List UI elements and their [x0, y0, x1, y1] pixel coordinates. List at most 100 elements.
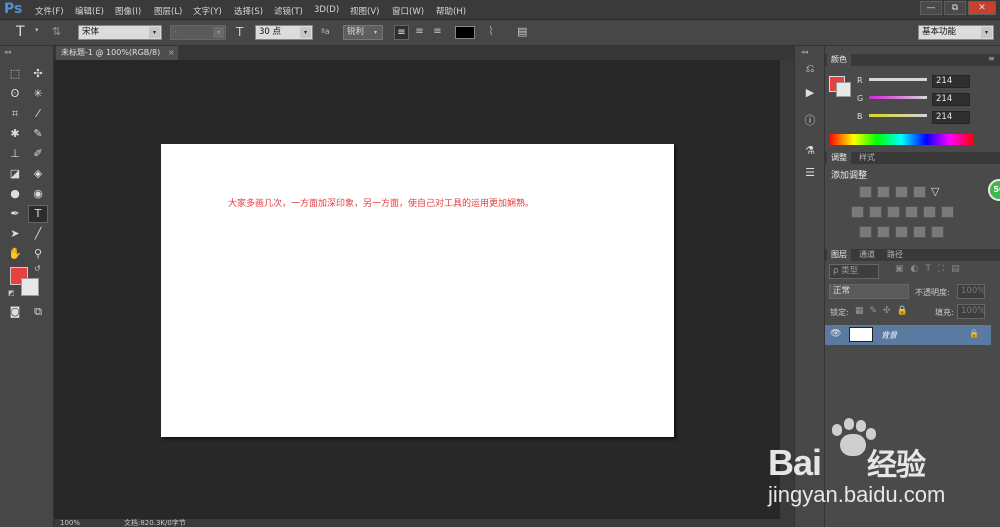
clone-stamp-tool-icon[interactable]: ⊥: [5, 145, 25, 163]
invert-icon[interactable]: [859, 226, 872, 238]
move-tool-icon[interactable]: ✣: [28, 65, 48, 83]
type-tool-icon[interactable]: T: [16, 24, 25, 40]
menu-filter[interactable]: 滤镜(T): [274, 5, 303, 17]
warp-text-icon[interactable]: ⌇: [488, 24, 494, 38]
properties-icon[interactable]: ☰: [802, 166, 818, 180]
exposure-icon[interactable]: [913, 186, 926, 198]
blur-tool-icon[interactable]: ●: [5, 185, 25, 203]
marquee-tool-icon[interactable]: ⬚: [5, 65, 25, 83]
posterize-icon[interactable]: [877, 226, 890, 238]
canvas-text-layer[interactable]: 大家多画几次，一方面加深印象，另一方面，使自己对工具的运用更加娴熟。: [228, 196, 534, 209]
history-icon[interactable]: ⎌: [802, 62, 818, 76]
screen-mode-icon[interactable]: ⧉: [28, 303, 48, 321]
crop-tool-icon[interactable]: ⌗: [5, 105, 25, 123]
blend-mode-select[interactable]: 正常: [829, 284, 909, 299]
red-channel-slider[interactable]: [869, 78, 927, 81]
pen-tool-icon[interactable]: ✒: [5, 205, 25, 223]
anti-alias-select[interactable]: 锐利 ▾: [343, 25, 383, 40]
paint-bucket-tool-icon[interactable]: ◈: [28, 165, 48, 183]
menu-layer[interactable]: 图层(L): [154, 5, 182, 17]
font-size-select[interactable]: 30 点 ▾: [255, 25, 313, 40]
vibrance-icon[interactable]: ▽: [931, 186, 944, 198]
blue-channel-slider[interactable]: [869, 114, 927, 117]
font-style-select[interactable]: - ▾: [170, 25, 226, 40]
selective-color-icon[interactable]: [931, 226, 944, 238]
tab-channels[interactable]: 通道: [855, 249, 879, 261]
tab-paths[interactable]: 路径: [883, 249, 907, 261]
zoom-level[interactable]: 100%: [60, 519, 80, 527]
layer-filter-icons[interactable]: ▣◐T⛶▤: [895, 264, 967, 274]
menu-file[interactable]: 文件(F): [35, 5, 64, 17]
floating-badge[interactable]: 50: [988, 179, 1000, 201]
swap-colors-icon[interactable]: ↺: [34, 264, 41, 273]
menu-image[interactable]: 图像(I): [115, 5, 141, 17]
lock-icons[interactable]: ▦✎✣🔒: [855, 306, 914, 316]
green-channel-slider[interactable]: [869, 96, 927, 99]
tab-styles[interactable]: 样式: [855, 152, 879, 164]
levels-icon[interactable]: [877, 186, 890, 198]
expand-icon[interactable]: ◂◂: [801, 48, 808, 56]
color-background-swatch[interactable]: [836, 82, 851, 97]
default-colors-icon[interactable]: ◩: [8, 289, 15, 297]
eraser-tool-icon[interactable]: ◪: [5, 165, 25, 183]
line-tool-icon[interactable]: ╱: [28, 225, 48, 243]
healing-brush-tool-icon[interactable]: ✱: [5, 125, 25, 143]
visibility-eye-icon[interactable]: 👁: [830, 329, 841, 339]
fill-input[interactable]: 100%: [957, 304, 985, 319]
brush-presets-icon[interactable]: ⚗: [802, 144, 818, 158]
close-button[interactable]: ✕: [968, 1, 996, 15]
channel-mixer-icon[interactable]: [923, 206, 936, 218]
tab-adjustments[interactable]: 调整: [827, 152, 851, 164]
magic-wand-tool-icon[interactable]: ✳: [28, 85, 48, 103]
zoom-tool-icon[interactable]: ⚲: [28, 245, 48, 263]
menu-type[interactable]: 文字(Y): [193, 5, 222, 17]
restore-button[interactable]: ⧉: [944, 1, 966, 15]
tab-color[interactable]: 颜色: [827, 54, 851, 66]
document-tab[interactable]: 未标题-1 @ 100%(RGB/8) ×: [56, 46, 178, 60]
layer-row[interactable]: 👁 背景 🔒: [825, 325, 991, 345]
blue-channel-input[interactable]: 214: [932, 111, 970, 124]
hue-saturation-icon[interactable]: [851, 206, 864, 218]
color-balance-icon[interactable]: [869, 206, 882, 218]
curves-icon[interactable]: [895, 186, 908, 198]
path-selection-tool-icon[interactable]: ➤: [5, 225, 25, 243]
panel-menu-icon[interactable]: ≡: [988, 54, 995, 63]
menu-window[interactable]: 窗口(W): [392, 5, 424, 17]
actions-play-icon[interactable]: ▶: [802, 86, 818, 100]
tab-layers[interactable]: 图层: [827, 249, 851, 261]
color-spectrum-ramp[interactable]: [829, 134, 974, 145]
gradient-map-icon[interactable]: [913, 226, 926, 238]
color-lookup-icon[interactable]: [941, 206, 954, 218]
chevron-down-icon[interactable]: ▾: [35, 26, 39, 34]
menu-view[interactable]: 视图(V): [350, 5, 379, 17]
workspace-select[interactable]: 基本功能 ▾: [918, 25, 994, 40]
quick-mask-icon[interactable]: ◙: [5, 303, 25, 321]
layer-filter-select[interactable]: ρ 类型: [829, 264, 879, 279]
close-icon[interactable]: ×: [168, 46, 175, 60]
threshold-icon[interactable]: [895, 226, 908, 238]
brightness-contrast-icon[interactable]: [859, 186, 872, 198]
black-white-icon[interactable]: [887, 206, 900, 218]
history-brush-tool-icon[interactable]: ✐: [28, 145, 48, 163]
brush-tool-icon[interactable]: ✎: [28, 125, 48, 143]
font-family-select[interactable]: 宋体 ▾: [78, 25, 162, 40]
green-channel-input[interactable]: 214: [932, 93, 970, 106]
align-left-icon[interactable]: ≡: [394, 25, 409, 40]
collapse-icon[interactable]: ◂◂: [4, 48, 11, 56]
red-channel-input[interactable]: 214: [932, 75, 970, 88]
menu-help[interactable]: 帮助(H): [436, 5, 466, 17]
background-color-swatch[interactable]: [21, 278, 39, 296]
menu-edit[interactable]: 编辑(E): [75, 5, 104, 17]
text-orientation-icon[interactable]: ⇅: [52, 25, 61, 38]
document-canvas[interactable]: [161, 144, 674, 437]
text-color-swatch[interactable]: [455, 26, 475, 39]
dodge-tool-icon[interactable]: ◉: [28, 185, 48, 203]
menu-3d[interactable]: 3D(D): [314, 5, 339, 15]
character-panel-icon[interactable]: ▤: [517, 25, 527, 38]
type-tool-icon[interactable]: T: [28, 205, 48, 223]
eyedropper-tool-icon[interactable]: ⁄: [28, 105, 48, 123]
photo-filter-icon[interactable]: [905, 206, 918, 218]
opacity-input[interactable]: 100%: [957, 284, 985, 299]
info-icon[interactable]: ⓘ: [802, 114, 818, 128]
align-center-icon[interactable]: ≡: [412, 25, 427, 40]
